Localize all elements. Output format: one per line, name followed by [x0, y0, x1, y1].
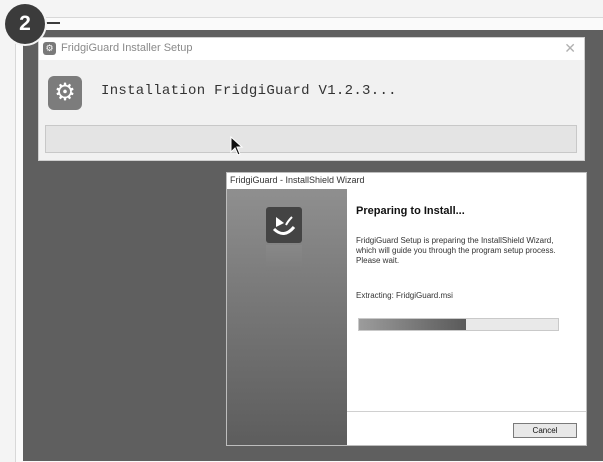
wizard-heading: Preparing to Install...	[356, 205, 465, 217]
wizard-description: FridgiGuard Setup is preparing the Insta…	[356, 236, 556, 265]
close-icon[interactable]: ✕	[564, 40, 576, 57]
setup-window-title: FridgiGuard Installer Setup	[61, 42, 193, 54]
extracting-status: Extracting: FridgiGuard.msi	[356, 291, 453, 300]
installshield-logo-icon	[266, 207, 302, 243]
wizard-progress-bar	[358, 318, 559, 331]
installer-setup-window: ⚙ FridgiGuard Installer Setup ✕ ⚙ Instal…	[38, 37, 585, 161]
wizard-side-panel	[227, 189, 347, 445]
step-number-badge: 2	[5, 4, 45, 44]
wizard-titlebar[interactable]: FridgiGuard - InstallShield Wizard	[227, 173, 586, 188]
cancel-button[interactable]: Cancel	[513, 423, 577, 438]
setup-titlebar[interactable]: ⚙ FridgiGuard Installer Setup ✕	[39, 38, 584, 60]
setup-progress-bar	[45, 125, 577, 153]
gear-icon: ⚙	[48, 76, 82, 110]
wizard-progress-fill	[359, 319, 467, 330]
installshield-wizard-window: FridgiGuard - InstallShield Wizard Prepa…	[226, 172, 587, 446]
setup-title-icon: ⚙	[43, 42, 56, 55]
logo-reflection	[266, 245, 302, 271]
mouse-cursor-icon	[230, 136, 244, 156]
installation-status-text: Installation FridgiGuard V1.2.3...	[101, 83, 397, 99]
wizard-divider	[347, 411, 586, 412]
